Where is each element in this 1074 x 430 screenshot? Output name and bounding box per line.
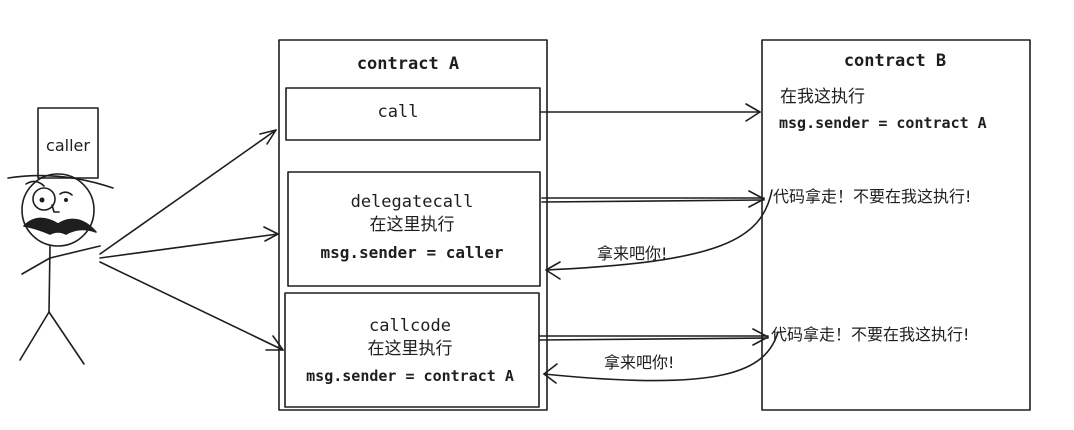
- delegatecall-reply: 代码拿走！不要在我这执行!: [773, 187, 972, 206]
- delegatecall-note: 在这里执行: [369, 215, 455, 235]
- delegatecall-sender: msg.sender = caller: [320, 243, 504, 262]
- callcode-reply: 代码拿走！不要在我这执行!: [771, 325, 970, 344]
- caller-label: caller: [46, 136, 90, 155]
- contract-a-title: contract A: [356, 54, 460, 74]
- arrow-caller-to-call: [99, 129, 277, 255]
- call-label: call: [377, 102, 419, 122]
- delegatecall-return-label: 拿来吧你!: [597, 244, 668, 263]
- callcode-label: callcode: [369, 316, 451, 336]
- right-leg: [48, 311, 85, 365]
- mustache: [23, 217, 97, 235]
- callcode-sender: msg.sender = contract A: [306, 367, 514, 385]
- arrow-caller-to-callcode: [99, 261, 284, 351]
- contract-b-call-sender: msg.sender = contract A: [779, 114, 987, 132]
- contract-b-call-note: 在我这执行: [780, 87, 865, 107]
- right-arm: [49, 245, 101, 259]
- arrow-caller-to-delegatecall: [99, 233, 279, 259]
- left-arm: [21, 257, 51, 275]
- delegatecall-label: delegatecall: [350, 192, 474, 212]
- left-leg: [19, 311, 50, 361]
- contract-b-title: contract B: [843, 51, 947, 71]
- head: [21, 173, 95, 247]
- callcode-note: 在这里执行: [367, 339, 453, 359]
- callcode-return-label: 拿来吧你!: [604, 353, 675, 372]
- body: [48, 245, 51, 313]
